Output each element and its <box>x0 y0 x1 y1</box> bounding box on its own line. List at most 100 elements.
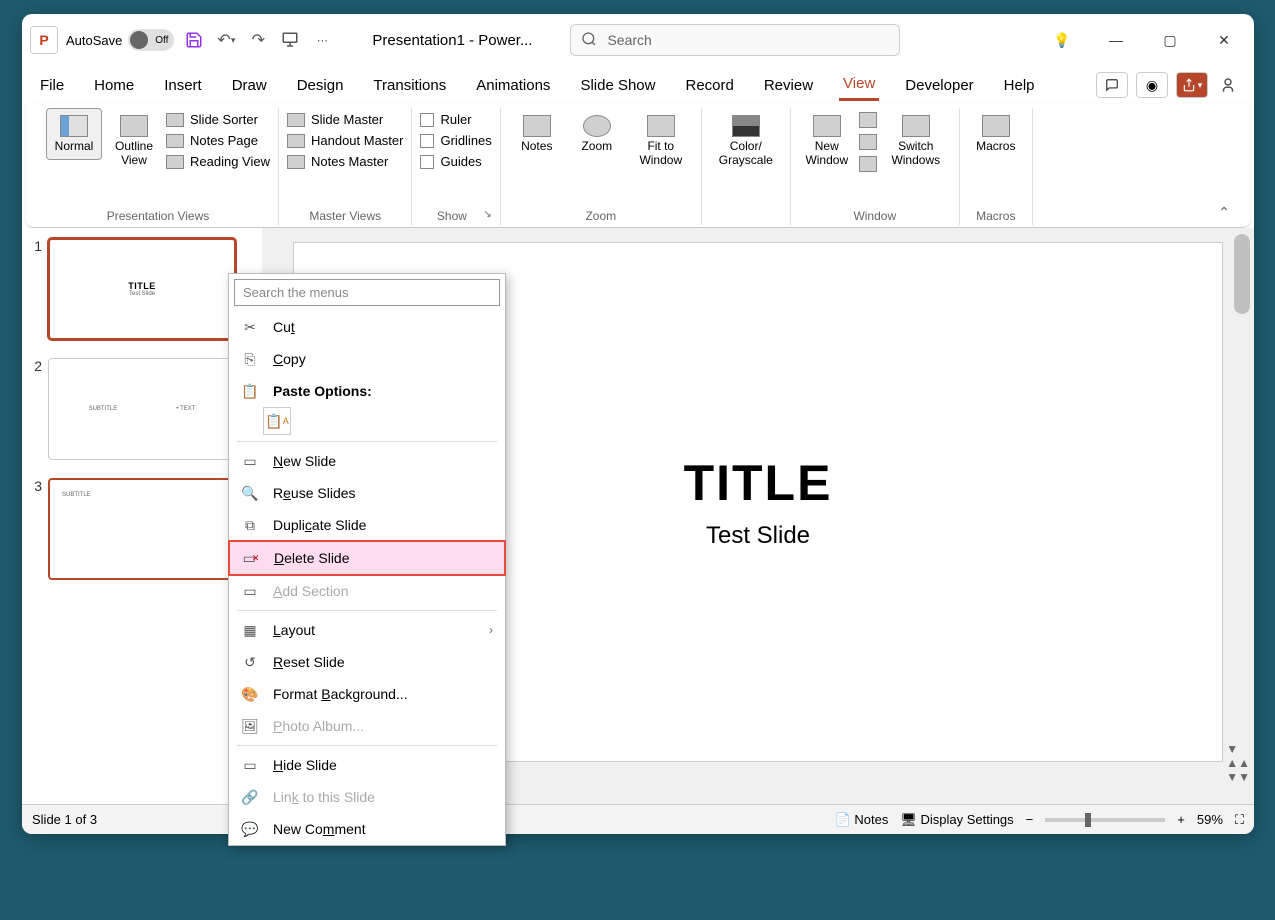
lightbulb-icon[interactable]: 💡 <box>1050 28 1074 52</box>
normal-view-button[interactable]: Normal <box>46 108 102 160</box>
color-grayscale-button[interactable]: Color/ Grayscale <box>710 108 782 174</box>
notes-button[interactable]: Notes <box>509 108 565 160</box>
gridlines-checkbox[interactable]: Gridlines <box>420 133 491 148</box>
slide-thumbnails-panel: 1 TITLE Test Slide 2 SUBTITLE • TEXT 3 S… <box>22 228 262 804</box>
tab-file[interactable]: File <box>36 71 68 100</box>
ribbon-tabs: File Home Insert Draw Design Transitions… <box>22 66 1254 104</box>
checkbox-icon <box>420 113 434 127</box>
slide-nav-arrows[interactable]: ▼▲▲▼▼ <box>1226 742 1250 784</box>
reading-view-button[interactable]: Reading View <box>166 154 270 169</box>
new-slide-icon: ▭ <box>241 452 259 470</box>
slide-thumbnail-3[interactable]: SUBTITLE <box>48 478 236 580</box>
split-icon[interactable] <box>859 156 877 172</box>
toggle-switch[interactable]: Off <box>128 29 174 51</box>
tab-review[interactable]: Review <box>760 71 817 100</box>
menu-reuse-slides[interactable]: 🔍Reuse Slides <box>229 477 505 509</box>
tab-draw[interactable]: Draw <box>228 71 271 100</box>
slide-sorter-icon <box>166 113 184 127</box>
zoom-out-button[interactable]: − <box>1026 812 1034 827</box>
menu-hide-slide[interactable]: ▭Hide Slide <box>229 749 505 781</box>
tab-insert[interactable]: Insert <box>160 71 206 100</box>
zoom-slider[interactable] <box>1045 818 1165 822</box>
menu-duplicate-slide[interactable]: ⧉Duplicate Slide <box>229 509 505 541</box>
tab-view[interactable]: View <box>839 69 879 101</box>
share-button[interactable]: ▾ <box>1176 72 1208 98</box>
autosave-label: AutoSave <box>66 33 122 48</box>
thumbnail-row: 3 SUBTITLE <box>26 478 258 580</box>
tab-transitions[interactable]: Transitions <box>369 71 450 100</box>
zoom-button[interactable]: Zoom <box>569 108 625 160</box>
menu-reset-slide[interactable]: ↺Reset Slide <box>229 646 505 678</box>
record-button[interactable]: ◉ <box>1136 72 1168 98</box>
notes-button[interactable]: 📄 Notes <box>835 812 889 828</box>
slide-thumbnail-1[interactable]: TITLE Test Slide <box>48 238 236 340</box>
tab-help[interactable]: Help <box>1000 71 1039 100</box>
collapse-ribbon-button[interactable]: ⌃ <box>1210 200 1238 225</box>
arrange-icon[interactable] <box>859 112 877 128</box>
menu-cut[interactable]: ✂Cut <box>229 311 505 343</box>
switch-windows-button[interactable]: Switch Windows <box>881 108 951 174</box>
present-icon[interactable] <box>278 28 302 52</box>
duplicate-icon: ⧉ <box>241 516 259 534</box>
tab-record[interactable]: Record <box>681 71 737 100</box>
display-settings-button[interactable]: 🖥 Display Settings <box>900 812 1013 828</box>
outline-view-button[interactable]: Outline View <box>106 108 162 174</box>
notes-master-button[interactable]: Notes Master <box>287 154 404 169</box>
comments-button[interactable] <box>1096 72 1128 98</box>
group-macros: Macros Macros <box>960 108 1033 225</box>
checkbox-icon <box>420 155 434 169</box>
slide-sorter-button[interactable]: Slide Sorter <box>166 112 270 127</box>
switch-icon <box>902 115 930 137</box>
slide-thumbnail-2[interactable]: SUBTITLE • TEXT <box>48 358 236 460</box>
fit-screen-icon[interactable]: ⛶ <box>1235 812 1244 828</box>
menu-delete-slide[interactable]: ▭✕Delete Slide <box>228 540 506 576</box>
paste-icon: 📋 <box>241 382 259 400</box>
thumbnail-row: 2 SUBTITLE • TEXT <box>26 358 258 460</box>
zoom-percent[interactable]: 59% <box>1197 812 1223 827</box>
menu-layout[interactable]: ▦Layout› <box>229 614 505 646</box>
close-button[interactable]: ✕ <box>1212 28 1236 52</box>
redo-icon[interactable]: ↷ <box>246 28 270 52</box>
slide-counter[interactable]: Slide 1 of 3 <box>32 812 97 827</box>
slide-title[interactable]: TITLE <box>684 454 833 512</box>
cascade-icon[interactable] <box>859 134 877 150</box>
maximize-button[interactable]: ▢ <box>1158 28 1182 52</box>
tab-design[interactable]: Design <box>293 71 348 100</box>
tab-developer[interactable]: Developer <box>901 71 977 100</box>
save-icon[interactable] <box>182 28 206 52</box>
autosave-toggle[interactable]: AutoSave Off <box>66 29 174 51</box>
user-icon[interactable] <box>1216 73 1240 97</box>
zoom-in-button[interactable]: + <box>1177 812 1185 827</box>
menu-new-slide[interactable]: ▭New Slide <box>229 445 505 477</box>
notes-page-button[interactable]: Notes Page <box>166 133 270 148</box>
ruler-checkbox[interactable]: Ruler <box>420 112 491 127</box>
tab-home[interactable]: Home <box>90 71 138 100</box>
fit-window-button[interactable]: Fit to Window <box>629 108 693 174</box>
slide-subtitle[interactable]: Test Slide <box>706 522 810 550</box>
handout-master-button[interactable]: Handout Master <box>287 133 404 148</box>
minimize-button[interactable]: — <box>1104 28 1128 52</box>
notes-master-icon <box>287 155 305 169</box>
macros-button[interactable]: Macros <box>968 108 1024 160</box>
thumbnail-row: 1 TITLE Test Slide <box>26 238 258 340</box>
show-launcher-icon[interactable]: ↘ <box>483 209 491 223</box>
search-input[interactable]: Search <box>570 24 900 56</box>
undo-icon[interactable]: ↶▾ <box>214 28 238 52</box>
notes-icon <box>523 115 551 137</box>
notes-page-icon <box>166 134 184 148</box>
new-window-button[interactable]: New Window <box>799 108 855 174</box>
slide-master-button[interactable]: Slide Master <box>287 112 404 127</box>
color-icon <box>732 115 760 137</box>
menu-format-background[interactable]: 🎨Format Background... <box>229 678 505 710</box>
guides-checkbox[interactable]: Guides <box>420 154 491 169</box>
menu-new-comment[interactable]: 💬New Comment <box>229 813 505 845</box>
paste-option-keep-text[interactable]: 📋A <box>263 407 291 435</box>
group-window: New Window Switch Windows Window <box>791 108 960 225</box>
tab-animations[interactable]: Animations <box>472 71 554 100</box>
tab-slide-show[interactable]: Slide Show <box>576 71 659 100</box>
qat-more-icon[interactable]: ⋯ <box>310 28 334 52</box>
statusbar: Slide 1 of 3 📄 Notes 🖥 Display Settings … <box>22 804 1254 834</box>
vertical-scrollbar[interactable] <box>1234 234 1250 314</box>
menu-search-input[interactable]: Search the menus <box>234 279 500 306</box>
menu-copy[interactable]: ⎘Copy <box>229 343 505 375</box>
